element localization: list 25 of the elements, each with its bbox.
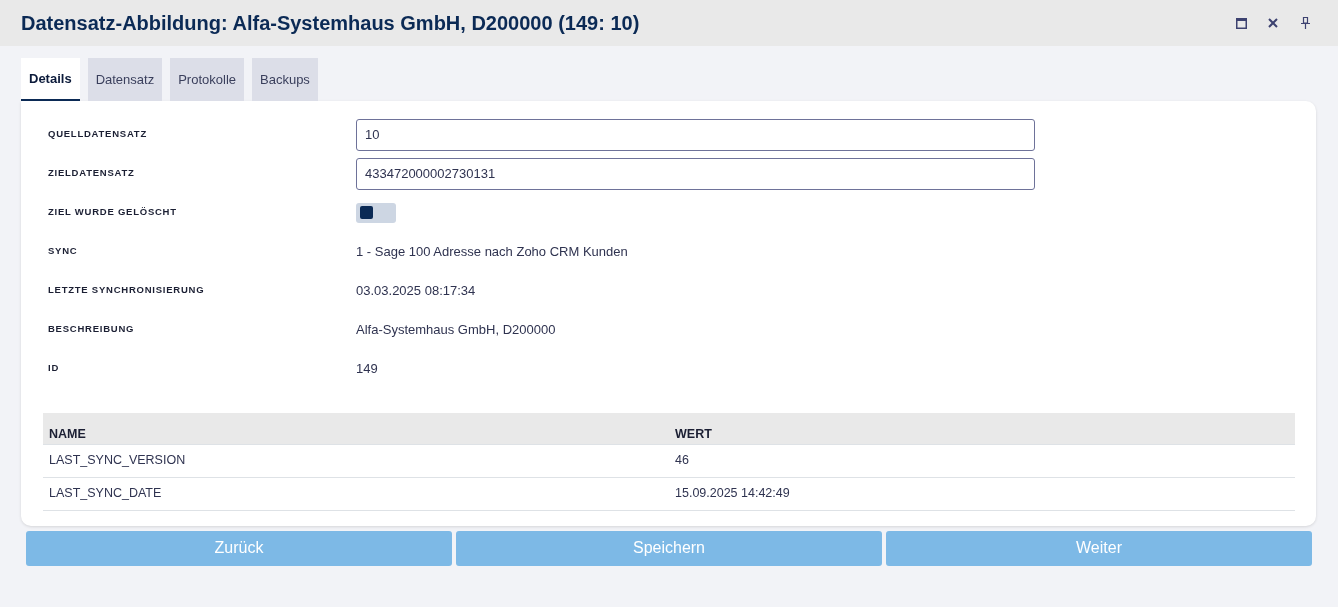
field-value: 03.03.2025 08:17:34 xyxy=(356,281,476,300)
table-cell: LAST_SYNC_DATE xyxy=(43,477,669,510)
field-label: ZIELDATENSATZ xyxy=(47,166,136,181)
toggle-switch[interactable] xyxy=(356,202,396,223)
field-value: Alfa-Systemhaus GmbH, D200000 xyxy=(356,320,556,339)
tab[interactable]: Backups xyxy=(252,58,318,101)
field-label: QUELLDATENSATZ xyxy=(47,127,148,142)
tab[interactable]: Datensatz xyxy=(87,58,163,101)
field-label: BESCHREIBUNG xyxy=(47,322,136,337)
table-cell: 15.09.2025 14:42:49 xyxy=(669,477,1295,510)
tab[interactable]: Details xyxy=(21,58,80,101)
input-field[interactable]: 10 xyxy=(356,118,1035,151)
column-header: NAME xyxy=(43,413,669,444)
window-title: Datensatz-Abbildung: Alfa-Systemhaus GmbH, D200000 (149: 10) xyxy=(21,11,640,35)
field-label: ID xyxy=(47,361,61,376)
input-field[interactable]: 433472000002730131 xyxy=(356,157,1035,190)
tab[interactable]: Protokolle xyxy=(170,58,244,101)
field-label: SYNC xyxy=(47,244,79,259)
field-label: LETZTE SYNCHRONISIERUNG xyxy=(47,283,206,298)
column-header: WERT xyxy=(669,413,1295,444)
field-value: 149 xyxy=(356,359,378,378)
table-cell: LAST_SYNC_VERSION xyxy=(43,444,669,477)
table-cell: 46 xyxy=(669,444,1295,477)
field-label: ZIEL WURDE GELÖSCHT xyxy=(47,205,178,220)
field-value: 1 - Sage 100 Adresse nach Zoho CRM Kunden xyxy=(356,242,628,261)
